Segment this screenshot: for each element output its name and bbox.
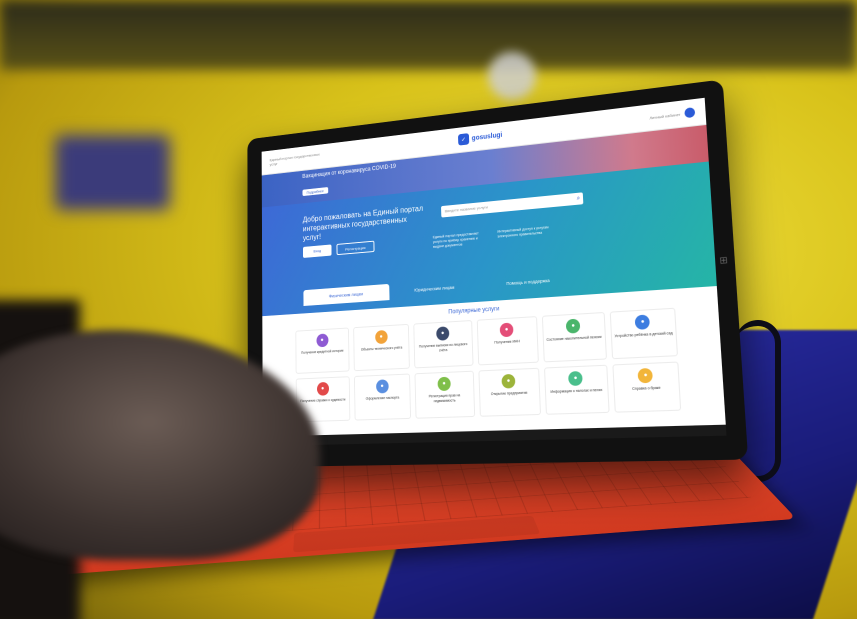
tab-help[interactable]: Помощь и поддержка: [480, 270, 577, 294]
service-label: Получение выписки из лицевого счёта: [418, 342, 468, 352]
service-card[interactable]: ● Информация о налогах и пенях: [543, 364, 610, 415]
photo-scene: Единый портал государственных услуг ✓ go…: [0, 0, 857, 619]
logo-icon: ✓: [457, 133, 470, 146]
service-icon: ●: [316, 381, 329, 396]
service-icon: ●: [501, 373, 516, 389]
login-button[interactable]: Вход: [302, 244, 332, 258]
tablet-device: Единый портал государственных услуг ✓ go…: [247, 79, 749, 468]
service-card[interactable]: ● Устройство ребёнка в детский сад: [609, 307, 679, 360]
service-card[interactable]: ● Состояние накопительной пенсии: [541, 311, 607, 363]
search-icon[interactable]: ⌕: [576, 193, 581, 205]
windows-logo-icon: ⊞: [719, 254, 729, 266]
service-card[interactable]: ● Получение кредитной истории: [295, 327, 350, 374]
banner-button[interactable]: Подробнее: [302, 187, 329, 197]
service-card[interactable]: ● Открытие предприятия: [477, 367, 541, 417]
service-icon: ●: [635, 314, 651, 330]
header-subtitle: Единый портал государственных услуг: [269, 151, 320, 167]
service-icon: ●: [316, 333, 329, 348]
service-label: Справка о браке: [632, 385, 661, 391]
service-label: Регистрация прав на недвижимость: [428, 393, 461, 403]
site-logo[interactable]: ✓ gosuslugi: [457, 129, 503, 146]
service-icon: ●: [637, 367, 654, 384]
hero-note-2: Интерактивный доступ к услугам электронн…: [497, 225, 549, 239]
hero-title: Добро пожаловать на Единый портал интера…: [302, 204, 424, 243]
hero-note-1: Единый портал предоставляет услуги по пр…: [432, 231, 479, 249]
service-icon: ●: [375, 379, 389, 394]
logo-text: gosuslugi: [471, 131, 503, 142]
service-card[interactable]: ● Получение ИНН: [476, 316, 539, 366]
service-label: Получение кредитной истории: [301, 348, 344, 355]
service-card[interactable]: ● Получение выписки из лицевого счёта: [413, 320, 474, 369]
service-label: Оформление паспорта: [365, 395, 400, 401]
background-sign-blur: [55, 135, 170, 210]
background-top-blur: [0, 0, 857, 70]
search-input[interactable]: Введите название услуги ⌕: [441, 192, 584, 218]
tab-individuals[interactable]: Физическим лицам: [303, 283, 390, 306]
service-label: Получение ИНН: [494, 339, 520, 345]
service-icon: ●: [374, 329, 388, 345]
service-label: Открытие предприятия: [490, 390, 528, 397]
service-icon: ●: [436, 326, 450, 341]
service-icon: ●: [437, 376, 451, 392]
service-card[interactable]: ● Регистрация прав на недвижимость: [414, 370, 475, 419]
service-icon: ●: [499, 322, 514, 338]
service-label: Информация о налогах и пенях: [550, 387, 603, 394]
avatar-icon: [684, 107, 696, 119]
service-label: Состояние накопительной пенсии: [546, 334, 602, 342]
register-button[interactable]: Регистрация: [336, 240, 375, 256]
service-label: Устройство ребёнка в детский сад: [614, 331, 673, 339]
service-card[interactable]: ● Справка о браке: [612, 361, 682, 413]
service-icon: ●: [568, 370, 584, 387]
tablet-screen: Единый портал государственных услуг ✓ go…: [261, 97, 727, 447]
service-label: Объекты технического учёта: [360, 345, 403, 352]
service-label: Получение справки о судимости: [300, 397, 346, 404]
service-card[interactable]: ● Оформление паспорта: [354, 373, 412, 421]
background-light-blur: [488, 52, 536, 100]
tab-legal-entities[interactable]: Юридическим лицам: [389, 277, 480, 300]
search-placeholder: Введите название услуги: [444, 204, 488, 214]
services-grid: ● Получение кредитной истории ● Объекты тех…: [295, 307, 682, 423]
service-card[interactable]: ● Объекты технического учёта: [353, 323, 411, 372]
header-account-label: Личный кабинет: [649, 111, 681, 120]
header-account[interactable]: Личный кабинет: [649, 107, 696, 122]
service-icon: ●: [565, 318, 581, 334]
